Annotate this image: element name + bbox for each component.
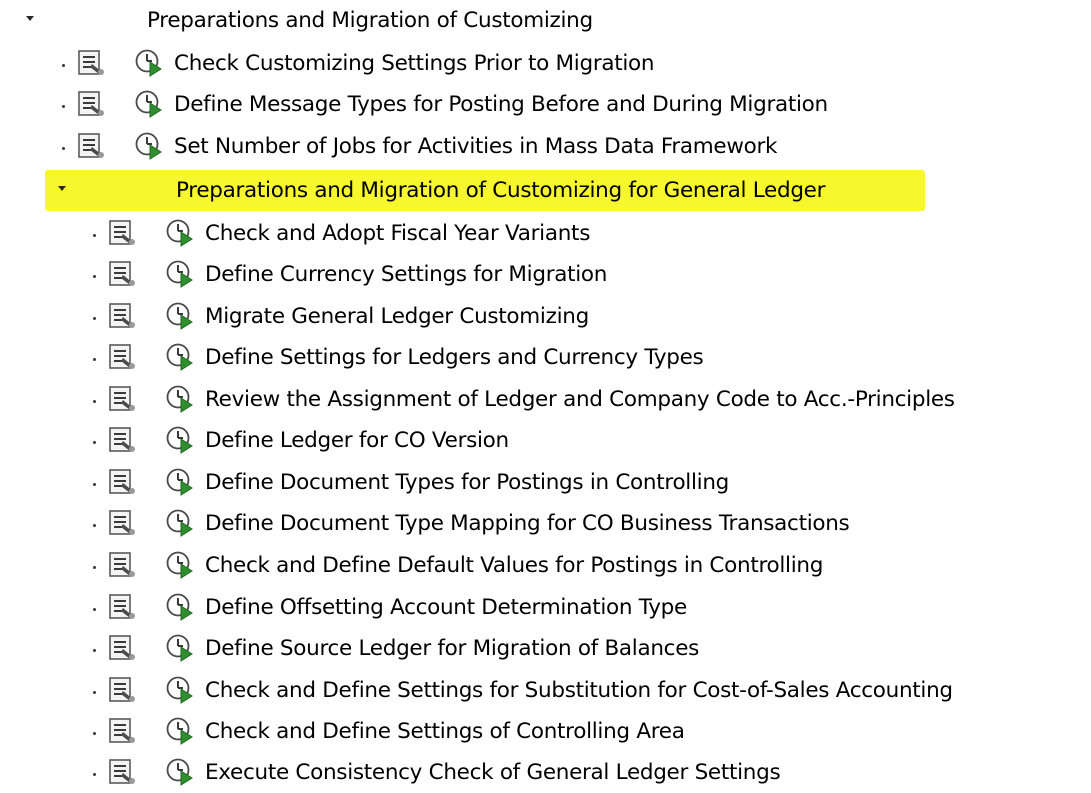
dot-bullet — [62, 147, 65, 150]
execute-clock-icon[interactable] — [166, 676, 194, 704]
tree-leaf-label: Execute Consistency Check of General Led… — [205, 760, 781, 785]
tree-leaf-label: Define Message Types for Posting Before … — [174, 92, 828, 117]
execute-clock-icon[interactable] — [166, 509, 194, 537]
execute-clock-icon[interactable] — [166, 385, 194, 413]
dot-bullet — [93, 275, 96, 278]
execute-clock-icon[interactable] — [135, 90, 163, 118]
tree-leaf[interactable]: Define Settings for Ledgers and Currency… — [0, 337, 1091, 378]
document-icon[interactable] — [108, 759, 138, 785]
tree-leaf-label: Check and Adopt Fiscal Year Variants — [205, 221, 591, 246]
document-icon[interactable] — [108, 718, 138, 744]
document-icon[interactable] — [108, 427, 138, 453]
document-icon[interactable] — [108, 386, 138, 412]
dot-bullet — [93, 317, 96, 320]
tree-leaf[interactable]: Define Currency Settings for Migration — [0, 254, 1091, 295]
tree-leaf-label: Migrate General Ledger Customizing — [205, 304, 589, 329]
dot-bullet — [93, 441, 96, 444]
document-icon[interactable] — [108, 552, 138, 578]
tree-leaf-label: Check and Define Settings of Controlling… — [205, 719, 685, 744]
tree-leaf-label: Set Number of Jobs for Activities in Mas… — [174, 134, 778, 159]
document-icon[interactable] — [77, 91, 107, 117]
dot-bullet — [93, 358, 96, 361]
document-icon[interactable] — [108, 469, 138, 495]
tree-leaf-label: Define Currency Settings for Migration — [205, 262, 608, 287]
document-icon[interactable] — [108, 261, 138, 287]
document-icon[interactable] — [108, 510, 138, 536]
dot-bullet — [93, 524, 96, 527]
tree-leaf-label: Define Offsetting Account Determination … — [205, 595, 687, 620]
tree-leaf[interactable]: Migrate General Ledger Customizing — [0, 296, 1091, 337]
document-icon[interactable] — [77, 133, 107, 159]
tree-leaf-label: Define Document Type Mapping for CO Busi… — [205, 511, 850, 536]
execute-clock-icon[interactable] — [166, 343, 194, 371]
execute-clock-icon[interactable] — [135, 49, 163, 77]
dot-bullet — [62, 64, 65, 67]
dot-bullet — [93, 691, 96, 694]
tree-leaf-label: Check and Define Settings for Substituti… — [205, 678, 953, 703]
tree-leaf-label: Review the Assignment of Ledger and Comp… — [205, 387, 955, 412]
execute-clock-icon[interactable] — [166, 593, 194, 621]
dot-bullet — [93, 234, 96, 237]
dot-bullet — [93, 649, 96, 652]
execute-clock-icon[interactable] — [166, 634, 194, 662]
tree-leaf[interactable]: Define Offsetting Account Determination … — [0, 587, 1091, 628]
dot-bullet — [93, 483, 96, 486]
tree-node-subfolder[interactable]: Preparations and Migration of Customizin… — [0, 170, 1091, 211]
tree-leaf-label: Define Ledger for CO Version — [205, 428, 509, 453]
tree-leaf-label: Check Customizing Settings Prior to Migr… — [174, 51, 655, 76]
caret-down-icon[interactable] — [58, 186, 66, 191]
dot-bullet — [93, 732, 96, 735]
dot-bullet — [93, 400, 96, 403]
tree-leaf[interactable]: Set Number of Jobs for Activities in Mas… — [0, 126, 1091, 167]
tree-leaf-label: Check and Define Default Values for Post… — [205, 553, 824, 578]
document-icon[interactable] — [108, 677, 138, 703]
tree-leaf-label: Define Source Ledger for Migration of Ba… — [205, 636, 700, 661]
tree-leaf-label: Define Settings for Ledgers and Currency… — [205, 345, 704, 370]
tree-leaf[interactable]: Define Document Type Mapping for CO Busi… — [0, 503, 1091, 544]
tree-leaf[interactable]: Execute Consistency Check of General Led… — [0, 752, 1091, 793]
execute-clock-icon[interactable] — [166, 219, 194, 247]
execute-clock-icon[interactable] — [166, 717, 194, 745]
execute-clock-icon[interactable] — [166, 260, 194, 288]
dot-bullet — [62, 105, 65, 108]
execute-clock-icon[interactable] — [166, 302, 194, 330]
tree-leaf[interactable]: Check Customizing Settings Prior to Migr… — [0, 43, 1091, 84]
document-icon[interactable] — [108, 344, 138, 370]
execute-clock-icon[interactable] — [166, 758, 194, 786]
tree-leaf[interactable]: Check and Define Settings for Substituti… — [0, 670, 1091, 711]
tree-leaf[interactable]: Check and Define Settings of Controlling… — [0, 711, 1091, 752]
execute-clock-icon[interactable] — [135, 132, 163, 160]
tree-leaf[interactable]: Define Source Ledger for Migration of Ba… — [0, 628, 1091, 669]
document-icon[interactable] — [77, 50, 107, 76]
document-icon[interactable] — [108, 635, 138, 661]
dot-bullet — [93, 608, 96, 611]
tree-node-root-label: Preparations and Migration of Customizin… — [147, 8, 593, 33]
tree-leaf[interactable]: Check and Adopt Fiscal Year Variants — [0, 213, 1091, 254]
tree-leaf[interactable]: Review the Assignment of Ledger and Comp… — [0, 379, 1091, 420]
tree-node-root[interactable]: Preparations and Migration of Customizin… — [0, 0, 1091, 41]
document-icon[interactable] — [108, 220, 138, 246]
document-icon[interactable] — [108, 594, 138, 620]
tree-node-subfolder-label: Preparations and Migration of Customizin… — [176, 178, 826, 203]
tree-leaf[interactable]: Define Document Types for Postings in Co… — [0, 462, 1091, 503]
tree-leaf[interactable]: Check and Define Default Values for Post… — [0, 545, 1091, 586]
tree-leaf[interactable]: Define Ledger for CO Version — [0, 420, 1091, 461]
document-icon[interactable] — [108, 303, 138, 329]
tree-leaf-label: Define Document Types for Postings in Co… — [205, 470, 729, 495]
dot-bullet — [93, 566, 96, 569]
tree-leaf[interactable]: Define Message Types for Posting Before … — [0, 84, 1091, 125]
caret-down-icon[interactable] — [26, 16, 34, 21]
execute-clock-icon[interactable] — [166, 426, 194, 454]
execute-clock-icon[interactable] — [166, 468, 194, 496]
dot-bullet — [93, 773, 96, 776]
execute-clock-icon[interactable] — [166, 551, 194, 579]
